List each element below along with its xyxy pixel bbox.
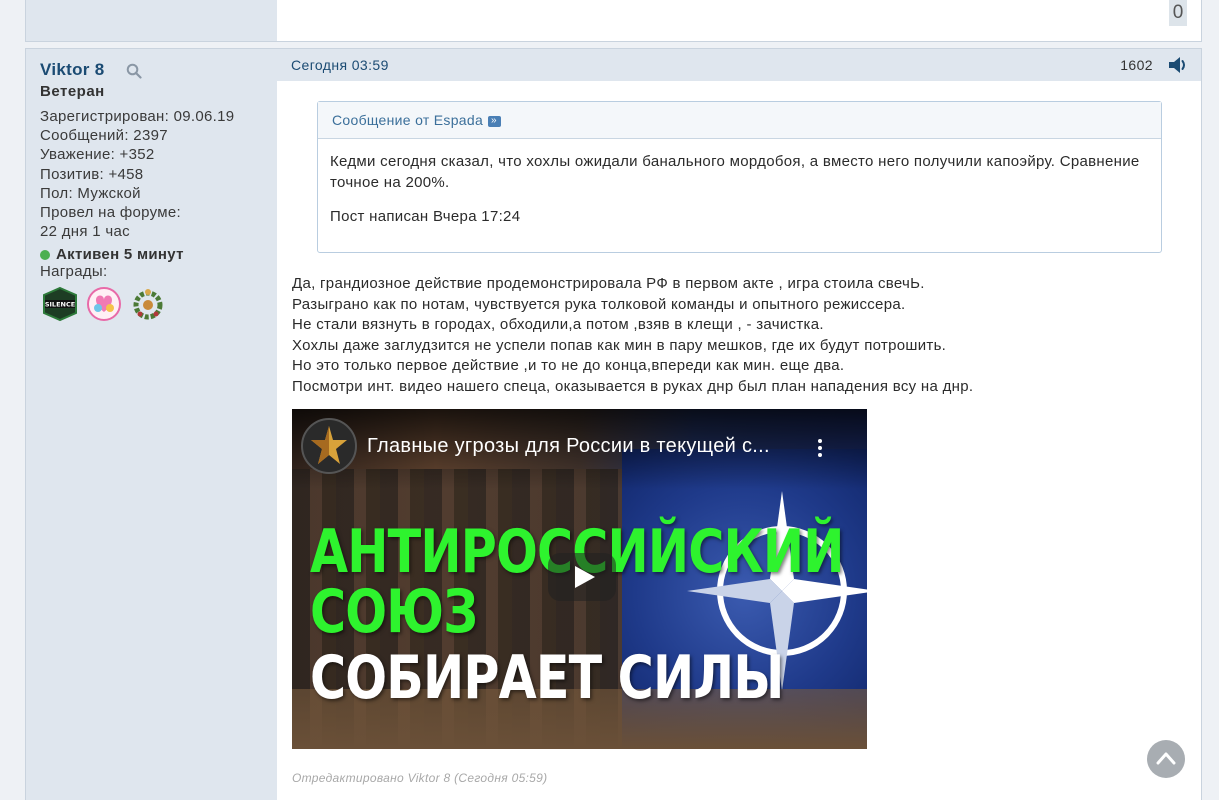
info-time-label: Провел на форуме: [40, 204, 181, 222]
go-to-quote-icon[interactable] [488, 115, 502, 127]
online-status: Активен 5 минут [40, 246, 277, 263]
search-icon[interactable] [126, 63, 143, 79]
author-info: Зарегистрирован: 09.06.19 Сообщений: 239… [40, 107, 277, 241]
thumbnail-text-line: СОБИРАЕТ СИЛЫ [310, 643, 784, 713]
message-line: Посмотри инт. видео нашего спеца, оказыв… [292, 377, 974, 395]
thumbnail-text-line: СОЮЗ [310, 577, 478, 647]
info-positive: Позитив: +458 [40, 165, 144, 183]
info-time-value: 22 дня 1 час [40, 223, 130, 241]
awards-label: Награды: [40, 263, 108, 281]
embedded-video[interactable]: Главные угрозы для России в текущей с...… [292, 409, 867, 749]
previous-post: 0 [25, 0, 1202, 42]
reputation-counter[interactable]: 0 [1169, 0, 1187, 26]
wreath-award-icon[interactable] [128, 286, 168, 322]
silence-award-icon[interactable]: SILENCE [40, 286, 80, 322]
post-message: Да, грандиозное действие продемонстриров… [292, 274, 1172, 397]
message-line: Хохлы даже заглудзится не успели попав к… [292, 336, 947, 354]
quote-text: Кедми сегодня сказал, что хохлы ожидали … [330, 153, 1140, 191]
quote-block: Сообщение от Espada Кедми сегодня сказал… [317, 101, 1162, 253]
message-line: Разыграно как по нотам, чувствуется рука… [292, 295, 906, 313]
video-menu-icon[interactable] [816, 439, 824, 463]
quote-header-text: Сообщение от Espada [332, 112, 484, 128]
info-respect: Уважение: +352 [40, 146, 155, 164]
scroll-to-top-button[interactable] [1147, 740, 1185, 778]
author-sidebar: Viktor 8 Ветеран Зарегистрирован: 09.06.… [26, 49, 277, 800]
online-dot-icon [40, 249, 50, 260]
edited-note: Отредактировано Viktor 8 (Сегодня 05:59) [292, 771, 548, 785]
previous-post-sidebar [26, 0, 277, 41]
message-line: Не стали вязнуть в городах, обходили,а п… [292, 316, 824, 333]
quote-body: Кедми сегодня сказал, что хохлы ожидали … [318, 139, 1161, 227]
channel-logo[interactable] [301, 418, 357, 474]
post-number-link[interactable]: 1602 [1120, 57, 1153, 73]
quote-header: Сообщение от Espada [318, 102, 1161, 139]
info-gender: Пол: Мужской [40, 184, 141, 202]
video-title[interactable]: Главные угрозы для России в текущей с... [367, 435, 770, 458]
quote-timestamp: Пост написан Вчера 17:24 [330, 208, 521, 225]
message-line: Но это только первое действие ,и то не д… [292, 357, 845, 374]
post-content-area: Сегодня 03:59 1602 Сообщение от Espada К… [277, 49, 1201, 800]
info-registered: Зарегистрирован: 09.06.19 [40, 108, 235, 125]
forum-post: Viktor 8 Ветеран Зарегистрирован: 09.06.… [25, 48, 1202, 800]
hearts-award-icon[interactable] [84, 286, 124, 322]
author-rank: Ветеран [40, 83, 105, 100]
message-line: Да, грандиозное действие продемонстриров… [292, 275, 925, 292]
online-status-text: Активен 5 минут [56, 246, 184, 264]
play-button-icon[interactable] [548, 553, 616, 601]
author-name-link[interactable]: Viktor 8 [40, 60, 104, 80]
chevron-up-icon [1156, 752, 1176, 765]
post-header: Сегодня 03:59 1602 [277, 49, 1201, 81]
page-gutter [1202, 0, 1219, 800]
info-messages: Сообщений: 2397 [40, 127, 168, 145]
speaker-icon[interactable] [1167, 55, 1189, 75]
awards-list: SILENCE [40, 286, 277, 322]
post-date: Сегодня 03:59 [291, 57, 389, 73]
svg-text:SILENCE: SILENCE [45, 301, 75, 309]
